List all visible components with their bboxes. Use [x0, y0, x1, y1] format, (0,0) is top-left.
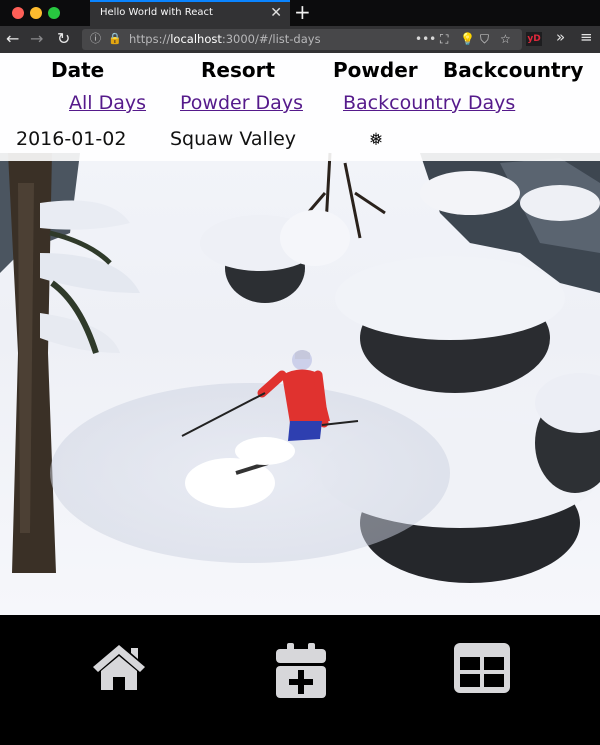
- bookmark-star-icon[interactable]: ☆: [500, 31, 511, 47]
- tab-title: Hello World with React: [100, 7, 213, 18]
- screenshot-icon[interactable]: ⛶: [440, 31, 448, 47]
- snowflake-icon: ❅: [369, 130, 384, 150]
- list-days-header: Date Resort Powder Backcountry All Days …: [0, 53, 600, 161]
- bottom-nav-bar: [0, 615, 600, 745]
- filter-all-days-link[interactable]: All Days: [69, 91, 146, 116]
- url-path: :3000/#/list-days: [221, 32, 321, 46]
- filter-backcountry-days-link[interactable]: Backcountry Days: [343, 91, 515, 116]
- column-header-resort: Resort: [201, 58, 276, 82]
- browser-tab-strip: Hello World with React ✕ +: [0, 0, 600, 26]
- plus-icon[interactable]: +: [294, 1, 311, 23]
- url-text[interactable]: https://localhost:3000/#/list-days: [129, 32, 321, 47]
- url-host: localhost: [170, 32, 222, 46]
- lightbulb-icon[interactable]: 💡: [460, 31, 475, 47]
- url-scheme: https://: [129, 32, 171, 46]
- pocket-icon[interactable]: ⛉: [480, 31, 489, 47]
- reload-icon[interactable]: ↻: [57, 29, 70, 49]
- calendar-add-icon[interactable]: [275, 643, 327, 699]
- row-resort: Squaw Valley: [170, 128, 297, 150]
- row-date: 2016-01-02: [16, 128, 127, 150]
- warning-lock-icon[interactable]: 🔒: [108, 31, 122, 47]
- filter-powder-days-link[interactable]: Powder Days: [180, 91, 303, 116]
- browser-toolbar: ← → ↻ ⓘ 🔒 https://localhost:3000/#/list-…: [0, 26, 600, 53]
- column-header-date: Date: [51, 58, 105, 82]
- browser-tab[interactable]: Hello World with React ✕: [90, 0, 290, 26]
- forward-arrow-icon[interactable]: →: [30, 29, 43, 49]
- window-minimize-button[interactable]: [30, 7, 42, 19]
- address-bar[interactable]: ⓘ 🔒 https://localhost:3000/#/list-days •…: [82, 29, 522, 50]
- page-viewport: Date Resort Powder Backcountry All Days …: [0, 53, 600, 745]
- window-zoom-button[interactable]: [48, 7, 60, 19]
- close-icon[interactable]: ✕: [270, 5, 282, 21]
- column-header-backcountry: Backcountry: [443, 58, 584, 82]
- window-close-button[interactable]: [12, 7, 24, 19]
- table-icon[interactable]: [454, 643, 510, 693]
- info-icon[interactable]: ⓘ: [90, 31, 101, 47]
- page-actions-icon[interactable]: •••: [415, 31, 436, 47]
- back-arrow-icon[interactable]: ←: [6, 29, 19, 49]
- home-icon[interactable]: [91, 643, 147, 691]
- extension-badge[interactable]: yD: [526, 32, 542, 46]
- overflow-chevron-icon[interactable]: »: [556, 28, 565, 46]
- column-header-powder: Powder: [333, 58, 418, 82]
- menu-icon[interactable]: ≡: [580, 28, 593, 46]
